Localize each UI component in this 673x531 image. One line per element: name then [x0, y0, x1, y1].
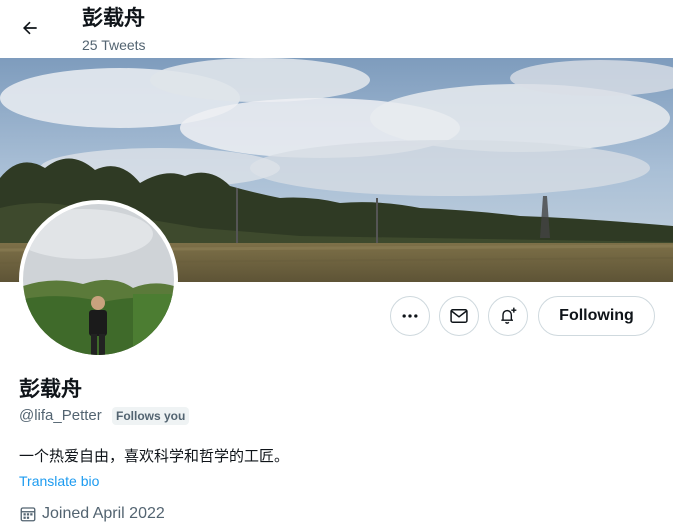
- translate-bio-link[interactable]: Translate bio: [19, 472, 99, 490]
- profile-handle: @lifa_Petter: [19, 407, 102, 424]
- envelope-icon: [450, 309, 468, 323]
- profile-header-bar: 彭载舟 25 Tweets: [0, 0, 673, 58]
- bell-plus-icon: [501, 307, 517, 324]
- more-horizontal-icon: [402, 314, 418, 318]
- following-button[interactable]: Following: [538, 296, 655, 336]
- profile-page: 彭载舟 25 Tweets Following 彭载舟 @lifa_Petter…: [0, 0, 673, 531]
- profile-avatar[interactable]: [19, 200, 178, 359]
- calendar-icon: [20, 507, 36, 522]
- follows-you-badge: Follows you: [112, 407, 190, 425]
- joined-date: Joined April 2022: [19, 503, 165, 525]
- back-arrow-icon: [23, 21, 37, 35]
- profile-display-name: 彭载舟: [19, 378, 82, 401]
- more-options-button[interactable]: [390, 296, 430, 336]
- message-button[interactable]: [439, 296, 479, 336]
- joined-date-text: Joined April 2022: [42, 505, 165, 522]
- header-display-name: 彭载舟: [82, 7, 145, 30]
- tweet-count: 25 Tweets: [82, 37, 146, 53]
- notifications-button[interactable]: [488, 296, 528, 336]
- profile-bio: 一个热爱自由，喜欢科学和哲学的工匠。: [19, 448, 290, 465]
- back-button[interactable]: [12, 10, 48, 46]
- avatar-photo: [23, 204, 174, 355]
